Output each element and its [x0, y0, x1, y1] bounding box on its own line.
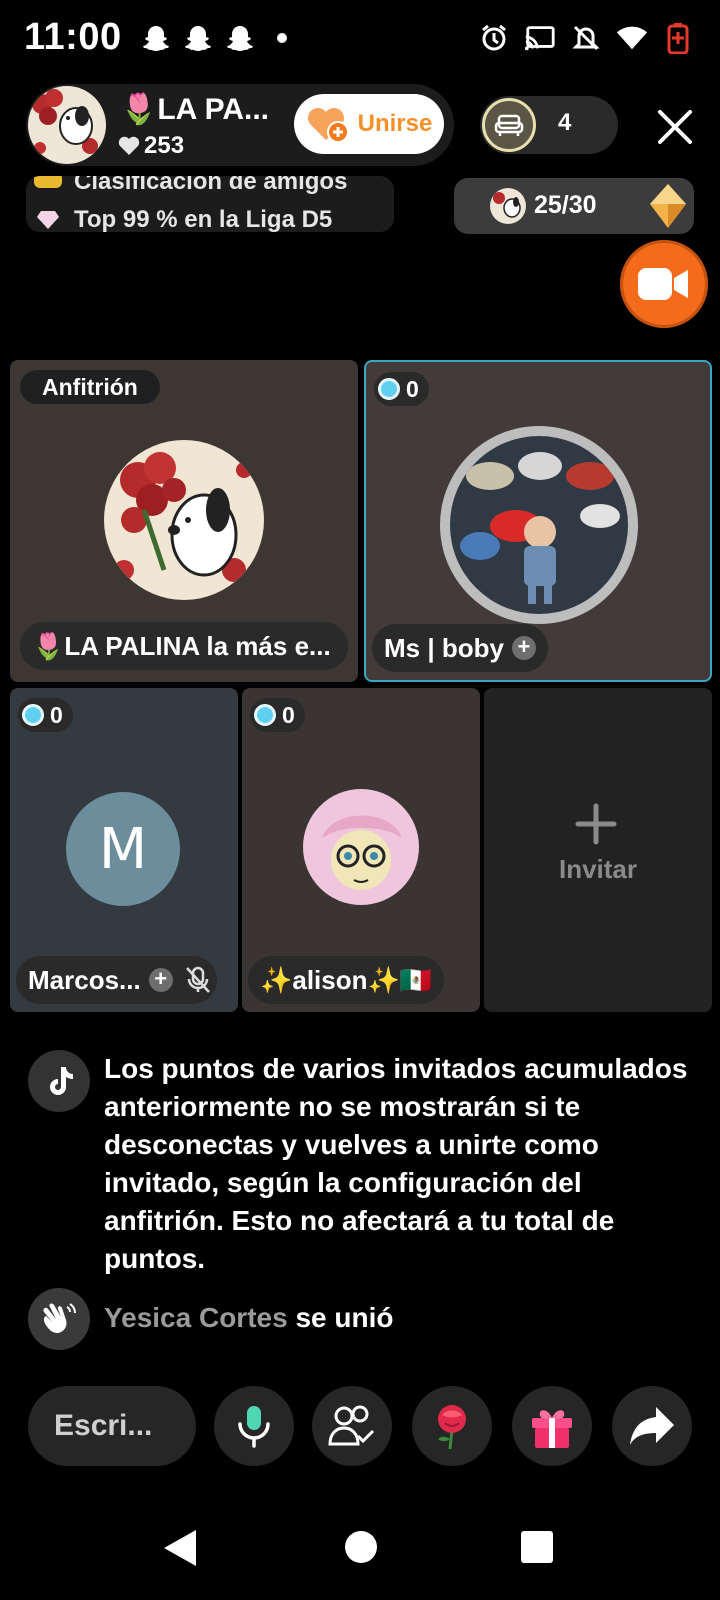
- join-message: Yesica Cortes se unió: [104, 1302, 393, 1334]
- friends-ranking-text: Clasificación de amigos: [74, 176, 348, 195]
- status-bar: 11:00: [0, 0, 720, 80]
- add-icon: [575, 803, 617, 845]
- heart-plus-icon: [307, 108, 349, 143]
- gem-icon: [650, 184, 686, 228]
- ranking-pill[interactable]: Clasificación de amigos Top 99 % en la L…: [26, 176, 394, 232]
- recents-icon[interactable]: [520, 1530, 554, 1564]
- host-seat-avatar[interactable]: [104, 440, 264, 600]
- marcos-name: Marcos...: [28, 964, 141, 995]
- back-icon[interactable]: [162, 1528, 198, 1568]
- follow-plus-icon[interactable]: +: [148, 968, 173, 992]
- close-icon: [658, 110, 692, 144]
- rose-gift-icon: [438, 1405, 466, 1450]
- guests-button[interactable]: [312, 1386, 392, 1466]
- goal-progress-text: 25/30: [534, 191, 597, 219]
- trophy-icon: [34, 176, 62, 188]
- join-button[interactable]: Unirse: [294, 94, 444, 154]
- mute-icon: [570, 22, 602, 54]
- close-button[interactable]: [652, 104, 698, 150]
- wifi-icon: [616, 22, 648, 54]
- league-rank-text: Top 99 % en la Liga D5: [74, 206, 333, 232]
- system-nav-bar: [0, 1500, 720, 1600]
- system-message: Los puntos de varios invitados acumulado…: [104, 1053, 688, 1274]
- boby-name-pill: Ms | boby +: [372, 624, 548, 672]
- join-label: Unirse: [357, 110, 433, 137]
- guests-icon: [328, 1405, 375, 1446]
- alison-name: ✨alison✨🇲🇽: [260, 964, 433, 995]
- home-icon[interactable]: [344, 1530, 378, 1564]
- guest-seat-marcos[interactable]: 0 M Marcos... +: [10, 688, 238, 1012]
- mic-muted-icon: [185, 966, 210, 993]
- notification-icons: [140, 22, 298, 54]
- likes-count: 253: [118, 132, 184, 160]
- points-badge: 0: [250, 698, 305, 732]
- video-camera-icon: [638, 268, 688, 300]
- snapchat-icon: [140, 22, 172, 54]
- marcos-name-pill: Marcos... +: [16, 956, 217, 1004]
- heart-icon: [118, 136, 140, 155]
- follow-plus-icon[interactable]: +: [511, 636, 536, 660]
- points-value: 0: [406, 375, 419, 402]
- marcos-avatar[interactable]: M: [66, 792, 180, 906]
- host-seat-name-pill: 🌷LA PALINA la más e...: [20, 622, 348, 670]
- alarm-icon: [478, 22, 510, 54]
- share-button[interactable]: [612, 1386, 692, 1466]
- clock: 11:00: [24, 16, 122, 58]
- boby-avatar-ring[interactable]: [440, 426, 638, 624]
- host-seat-name: 🌷LA PALINA la más e...: [32, 630, 331, 661]
- gift-button[interactable]: [512, 1386, 592, 1466]
- points-gem-icon: [22, 704, 44, 726]
- points-badge: 0: [374, 372, 429, 406]
- goal-progress-pill[interactable]: 25/30: [454, 178, 694, 234]
- boby-name: Ms | boby: [384, 632, 504, 663]
- points-value: 0: [50, 701, 63, 728]
- viewers-pill[interactable]: 4: [480, 96, 618, 154]
- share-icon: [630, 1407, 674, 1445]
- comment-input[interactable]: Escri...: [28, 1386, 196, 1466]
- cast-icon: [524, 22, 556, 54]
- host-seat-tile[interactable]: Anfitrión 🌷LA PALINA la más e...: [10, 360, 358, 682]
- video-call-button[interactable]: [620, 240, 708, 328]
- mic-icon: [238, 1406, 270, 1448]
- goal-avatar: [490, 188, 526, 224]
- points-badge: 0: [18, 698, 73, 732]
- invite-label: Invitar: [558, 854, 638, 884]
- sofa-icon: [482, 98, 536, 152]
- host-info-pill[interactable]: 🌷LA PA... 253 Unirse: [26, 84, 454, 166]
- guest-seat-alison[interactable]: 0 ✨alison✨🇲🇽: [242, 688, 480, 1012]
- system-icons: [478, 22, 694, 54]
- alison-avatar[interactable]: [302, 788, 420, 906]
- join-text: se unió: [287, 1302, 394, 1333]
- alison-name-pill: ✨alison✨🇲🇽: [248, 956, 445, 1004]
- wave-hand-icon: [28, 1288, 90, 1350]
- snapchat-icon: [182, 22, 214, 54]
- gift-icon: [532, 1410, 572, 1448]
- snapchat-icon: [224, 22, 256, 54]
- host-avatar[interactable]: [28, 86, 106, 164]
- viewer-count: 4: [558, 109, 572, 136]
- dot-icon: [266, 22, 298, 54]
- points-value: 0: [282, 701, 295, 728]
- mic-button[interactable]: [214, 1386, 294, 1466]
- guest-seat-boby[interactable]: 0 Ms | boby +: [364, 360, 712, 682]
- invite-seat-tile[interactable]: Invitar: [484, 688, 712, 1012]
- points-gem-icon: [378, 378, 400, 400]
- join-username[interactable]: Yesica Cortes: [104, 1302, 288, 1333]
- rose-gift-button[interactable]: [412, 1386, 492, 1466]
- host-name: 🌷LA PA...: [120, 93, 270, 126]
- battery-icon: [662, 22, 694, 54]
- points-gem-icon: [254, 704, 276, 726]
- likes-value: 253: [144, 132, 185, 159]
- marcos-initial: M: [98, 816, 148, 882]
- host-tag: Anfitrión: [20, 370, 160, 404]
- diamond-icon: [37, 211, 59, 229]
- tiktok-icon: [28, 1050, 90, 1112]
- boby-avatar: [450, 436, 628, 614]
